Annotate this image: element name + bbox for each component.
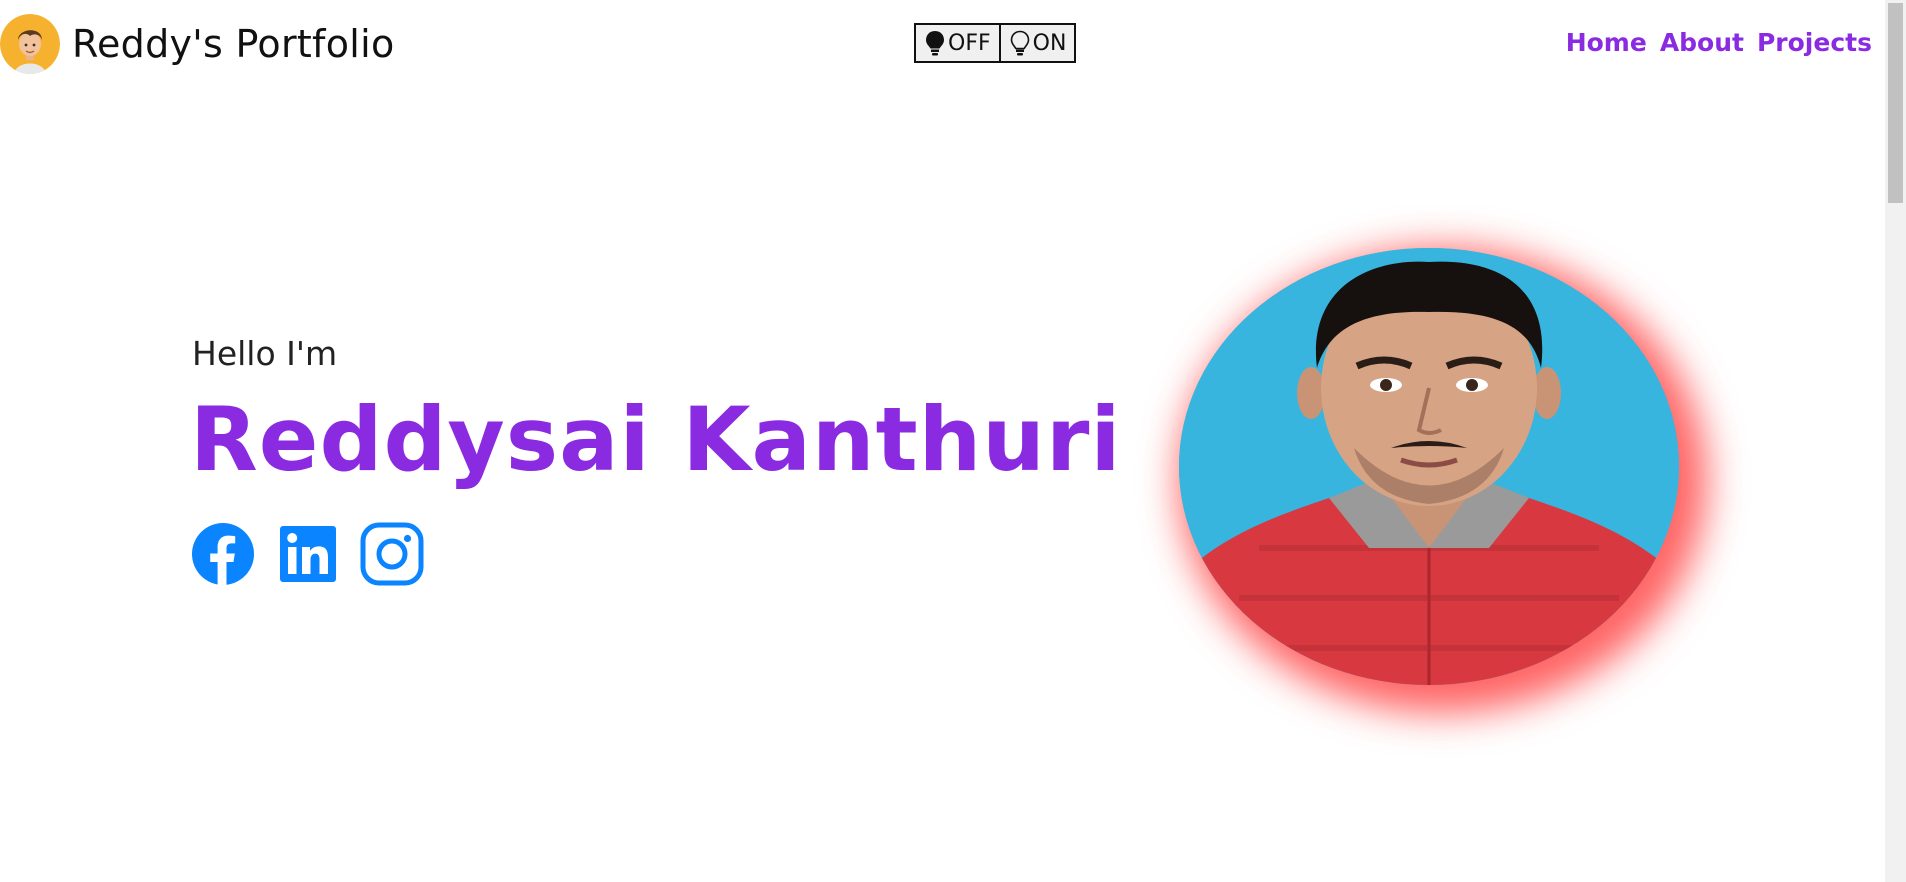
facebook-icon [192, 523, 254, 585]
theme-off-button[interactable]: OFF [914, 23, 1001, 63]
hero-greeting: Hello I'm [192, 334, 338, 373]
cartoon-face-icon [0, 14, 60, 74]
profile-photo [1179, 248, 1679, 685]
main-nav: Home About Projects [1566, 28, 1872, 57]
brand-title: Reddy's Portfolio [72, 22, 395, 66]
avatar [0, 14, 60, 74]
scrollbar-thumb[interactable] [1888, 3, 1903, 203]
bulb-outline-icon [1010, 30, 1029, 56]
linkedin-icon [280, 526, 336, 582]
nav-projects[interactable]: Projects [1757, 28, 1872, 57]
facebook-link[interactable] [192, 523, 254, 585]
theme-on-button[interactable]: ON [1000, 23, 1077, 63]
brand[interactable]: Reddy's Portfolio [0, 14, 395, 74]
page: Reddy's Portfolio OFF ON Home About Proj… [0, 0, 1885, 882]
instagram-link[interactable] [360, 522, 424, 586]
theme-on-label: ON [1032, 30, 1067, 56]
theme-toggle: OFF ON [914, 23, 1077, 63]
page-scrollbar[interactable] [1885, 0, 1906, 882]
social-links [192, 522, 424, 586]
portrait-illustration [1179, 248, 1679, 685]
linkedin-link[interactable] [280, 526, 336, 582]
theme-off-label: OFF [948, 30, 991, 56]
nav-about[interactable]: About [1660, 28, 1744, 57]
nav-home[interactable]: Home [1566, 28, 1647, 57]
instagram-icon [360, 522, 424, 586]
bulb-filled-icon [926, 31, 944, 56]
hero-name: Reddysai Kanthuri [190, 388, 1122, 491]
